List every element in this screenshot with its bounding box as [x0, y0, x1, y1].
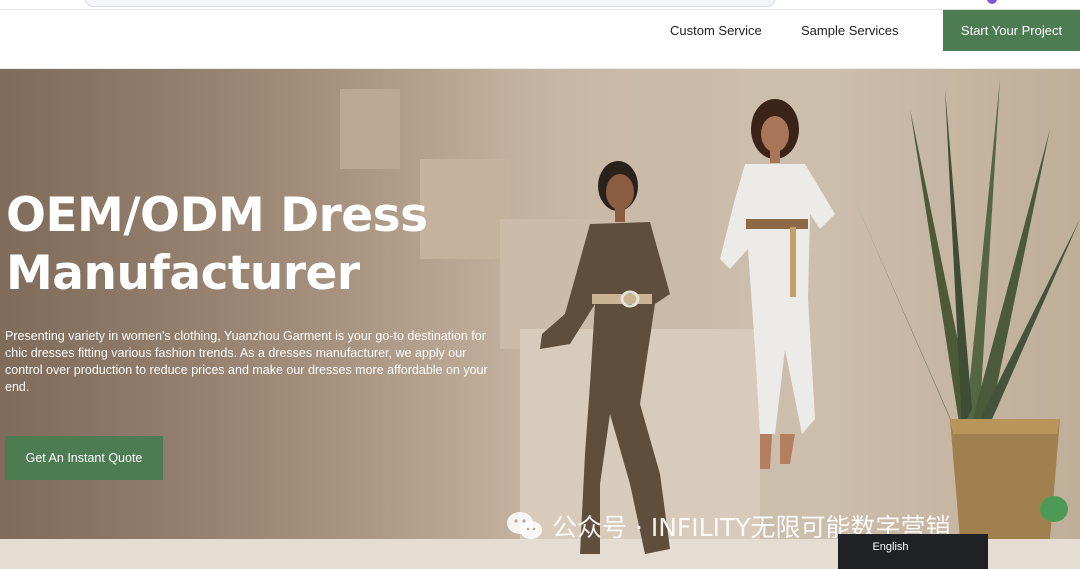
- plant-illustration: [850, 79, 1080, 539]
- hero-shade: [0, 69, 520, 569]
- site-header: Custom Service Sample Services Start You…: [0, 10, 1080, 69]
- language-label: English: [872, 541, 909, 553]
- hero-description: Presenting variety in women's clothing, …: [5, 329, 488, 394]
- chat-widget-button[interactable]: [1040, 496, 1068, 522]
- instant-quote-button[interactable]: Get An Instant Quote: [5, 436, 163, 480]
- extension-icon[interactable]: [987, 0, 997, 4]
- language-switcher[interactable]: English: [838, 534, 988, 569]
- browser-top-strip: [0, 0, 1080, 10]
- model-olive-jumpsuit: [540, 161, 670, 554]
- wechat-icon: [507, 512, 542, 539]
- hero-banner: OEM/ODM Dress Manufacturer Presenting va…: [0, 69, 1080, 569]
- hero-title: OEM/ODM Dress Manufacturer: [6, 188, 428, 301]
- start-project-button[interactable]: Start Your Project: [943, 10, 1080, 51]
- model-white-jumpsuit: [720, 99, 835, 469]
- nav-link-sample-services[interactable]: Sample Services: [801, 23, 899, 38]
- stair-block: [340, 89, 400, 169]
- address-bar[interactable]: [84, 0, 776, 7]
- nav-link-custom-service[interactable]: Custom Service: [670, 23, 762, 38]
